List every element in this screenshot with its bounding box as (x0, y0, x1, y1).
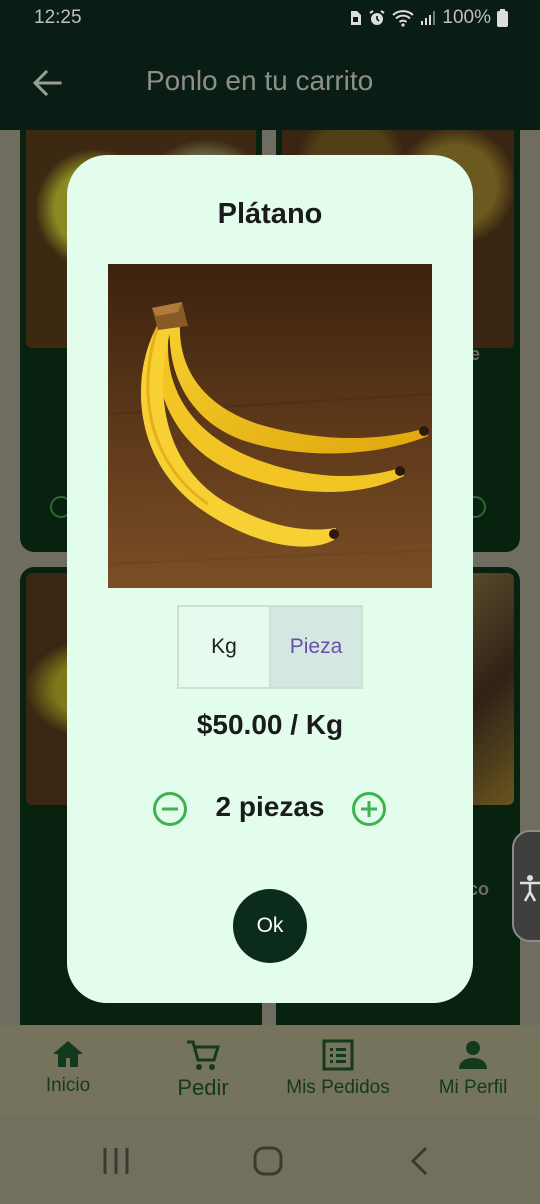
unit-option-pieza[interactable]: Pieza (269, 607, 361, 687)
quantity-value: 2 piezas (215, 791, 325, 822)
nav-item-mi-perfil[interactable]: Mi Perfil (428, 1025, 518, 1117)
nav-item-inicio[interactable]: Inicio (28, 1025, 108, 1117)
product-dialog: Plátano Kg Pieza $50.00 / Kg 2 piezas Ok (67, 155, 473, 1003)
bottom-navigation: Inicio Pedir Mis Pedidos Mi Perfil (0, 1025, 540, 1117)
nav-label: Pedir (177, 1075, 229, 1100)
home-icon (53, 1041, 83, 1067)
list-icon (322, 1039, 354, 1071)
accessibility-button[interactable] (512, 830, 540, 942)
minus-circle-icon[interactable] (152, 791, 188, 827)
status-time: 12:25 (34, 7, 82, 28)
system-navigation-bar (0, 1117, 540, 1204)
alarm-icon (369, 10, 385, 25)
unit-option-kg[interactable]: Kg (179, 607, 269, 687)
battery-percent: 100% (442, 7, 491, 28)
wifi-icon (392, 10, 415, 27)
nav-item-pedir[interactable]: Pedir (162, 1025, 244, 1117)
person-icon (459, 1041, 487, 1069)
unit-toggle: Kg Pieza (177, 605, 363, 689)
signal-icon (421, 11, 436, 25)
dialog-title: Plátano (217, 198, 323, 230)
nav-label: Inicio (45, 1075, 91, 1096)
plus-circle-icon[interactable] (351, 791, 387, 827)
page-title: Ponlo en tu carrito (146, 65, 374, 96)
back-arrow-icon[interactable] (30, 66, 64, 100)
banana-image (108, 264, 432, 588)
battery-icon (497, 9, 508, 27)
accessibility-icon (520, 875, 540, 902)
nav-item-mis-pedidos[interactable]: Mis Pedidos (276, 1025, 400, 1117)
app-header: Ponlo en tu carrito (0, 36, 540, 130)
quantity-stepper: 2 piezas (67, 787, 473, 829)
sim-icon (351, 11, 362, 25)
nav-label: Mis Pedidos (286, 1077, 390, 1098)
status-bar: 12:25 100% (0, 0, 540, 36)
status-icons: 100% (348, 7, 508, 29)
recent-apps-icon[interactable] (102, 1145, 130, 1177)
back-button-icon[interactable] (408, 1145, 430, 1177)
home-button-icon[interactable] (253, 1145, 283, 1177)
ok-button[interactable]: Ok (233, 889, 307, 963)
cart-icon (187, 1040, 221, 1070)
price-label: $50.00 / Kg (196, 709, 344, 740)
nav-label: Mi Perfil (438, 1077, 508, 1098)
